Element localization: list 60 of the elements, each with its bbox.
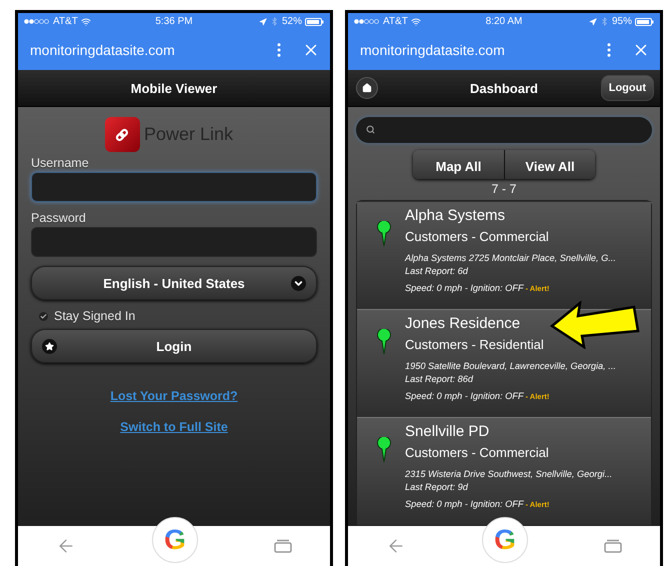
map-pin-icon (377, 437, 391, 463)
checkbox-label: Stay Signed In (54, 309, 136, 323)
last-report: Last Report: 9d (405, 482, 469, 492)
map-pin-icon (377, 221, 391, 247)
home-button[interactable] (356, 77, 378, 99)
battery-percent: 95% (612, 16, 632, 27)
item-address: Alpha Systems 2725 Montclair Place, Snellville, G... (405, 253, 616, 263)
checkbox[interactable] (39, 312, 48, 320)
location-icon (258, 18, 267, 26)
item-name: Snellville PD (405, 423, 490, 440)
wifi-icon (80, 16, 91, 26)
wifi-icon (410, 16, 421, 26)
carrier-name: AT&T (53, 16, 78, 27)
speed-status: Speed: 0 mph - Ignition: OFF (405, 391, 524, 401)
carrier-name: AT&T (383, 16, 408, 27)
search-field[interactable] (356, 117, 652, 143)
location-icon (589, 18, 597, 26)
segment-button[interactable]: Map All (413, 150, 504, 179)
field-label: Username (31, 156, 90, 170)
item-category: Customers - Commercial (405, 229, 550, 244)
item-address: 2315 Wisteria Drive Southwest, Snellville, Georgi... (405, 469, 612, 479)
bluetooth-icon (600, 17, 609, 26)
item-name: Jones Residence (405, 315, 522, 332)
input-field[interactable] (31, 227, 317, 257)
logout-button[interactable]: Logout (600, 75, 654, 101)
speed-status: Speed: 0 mph - Ignition: OFF (405, 499, 524, 509)
segment-button[interactable]: View All (504, 150, 595, 179)
status-time: 8:20 AM (486, 16, 522, 27)
input-field[interactable] (31, 172, 317, 202)
tabs-icon[interactable] (274, 539, 292, 553)
text-link[interactable]: Switch to Full Site (120, 420, 228, 434)
chevron-down-icon (291, 276, 306, 291)
item-name: Alpha Systems (405, 207, 506, 224)
item-category: Customers - Commercial (405, 445, 550, 460)
login-button[interactable]: Login (31, 329, 317, 363)
signal-icon (24, 19, 50, 24)
last-report: Last Report: 86d (405, 374, 474, 384)
last-report: Last Report: 6d (405, 266, 469, 276)
header-title: Dashboard (470, 80, 538, 96)
field-label: Password (31, 211, 87, 225)
map-pin-icon (377, 329, 391, 355)
chain-logo-icon (104, 117, 140, 152)
battery-percent: 52% (282, 16, 302, 27)
battery-icon (305, 18, 324, 26)
header-title: Mobile Viewer (130, 80, 218, 96)
speed-status: Speed: 0 mph - Ignition: OFF (405, 283, 524, 293)
status-time: 5:36 PM (155, 16, 193, 27)
bluetooth-icon (270, 17, 279, 26)
signal-icon (354, 19, 380, 24)
home-icon (362, 83, 372, 93)
item-address: 1950 Satellite Boulevard, Lawrenceville, Georgia, ... (405, 361, 616, 371)
url-text: monitoringdatasite.com (360, 42, 506, 58)
search-icon (366, 125, 375, 134)
result-count: 7 - 7 (491, 182, 516, 196)
language-select[interactable]: English - United States (31, 266, 317, 300)
text-link[interactable]: Lost Your Password? (110, 389, 238, 403)
item-category: Customers - Residential (405, 337, 545, 352)
battery-icon (635, 18, 654, 26)
tabs-icon[interactable] (604, 539, 622, 553)
url-text: monitoringdatasite.com (30, 42, 176, 58)
